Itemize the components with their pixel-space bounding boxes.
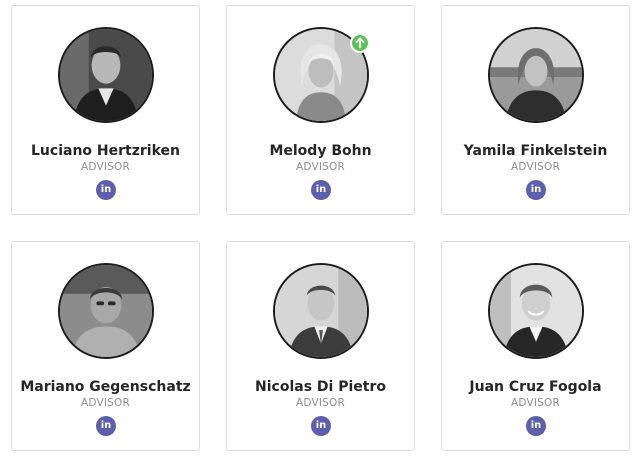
advisor-name: Juan Cruz Fogola — [469, 379, 602, 395]
person-photo-icon — [275, 265, 367, 357]
advisor-role: ADVISOR — [296, 397, 345, 409]
advisor-card: Luciano Hertzriken ADVISOR in — [11, 5, 200, 215]
linkedin-icon[interactable]: in — [96, 416, 116, 436]
advisor-card: Mariano Gegenschatz ADVISOR in — [11, 241, 200, 451]
advisor-role: ADVISOR — [511, 161, 560, 173]
person-photo-icon — [490, 265, 582, 357]
linkedin-glyph: in — [530, 184, 542, 195]
linkedin-icon[interactable]: in — [311, 180, 331, 200]
advisor-role: ADVISOR — [81, 397, 130, 409]
advisor-name: Mariano Gegenschatz — [20, 379, 191, 395]
linkedin-glyph: in — [530, 420, 542, 431]
advisor-role: ADVISOR — [511, 397, 560, 409]
linkedin-icon[interactable]: in — [526, 180, 546, 200]
avatar — [58, 263, 154, 359]
advisor-card: Melody Bohn ADVISOR in — [226, 5, 415, 215]
linkedin-glyph: in — [100, 420, 112, 431]
avatar — [273, 263, 369, 359]
linkedin-glyph: in — [315, 420, 327, 431]
advisor-name: Melody Bohn — [269, 143, 372, 159]
advisor-name: Yamila Finkelstein — [463, 143, 608, 159]
advisor-name: Luciano Hertzriken — [31, 143, 180, 159]
advisor-role: ADVISOR — [81, 161, 130, 173]
advisor-card: Juan Cruz Fogola ADVISOR in — [441, 241, 630, 451]
advisor-name: Nicolas Di Pietro — [255, 379, 386, 395]
linkedin-icon[interactable]: in — [311, 416, 331, 436]
linkedin-glyph: in — [315, 184, 327, 195]
person-photo-icon — [60, 265, 152, 357]
person-photo-icon — [60, 29, 152, 121]
person-photo-icon — [490, 29, 582, 121]
avatar — [488, 263, 584, 359]
arrow-up-icon — [350, 33, 370, 53]
linkedin-icon[interactable]: in — [526, 416, 546, 436]
avatar — [488, 27, 584, 123]
advisor-card: Nicolas Di Pietro ADVISOR in — [226, 241, 415, 451]
linkedin-glyph: in — [100, 184, 112, 195]
advisor-role: ADVISOR — [296, 161, 345, 173]
avatar — [58, 27, 154, 123]
advisor-card: Yamila Finkelstein ADVISOR in — [441, 5, 630, 215]
linkedin-icon[interactable]: in — [96, 180, 116, 200]
